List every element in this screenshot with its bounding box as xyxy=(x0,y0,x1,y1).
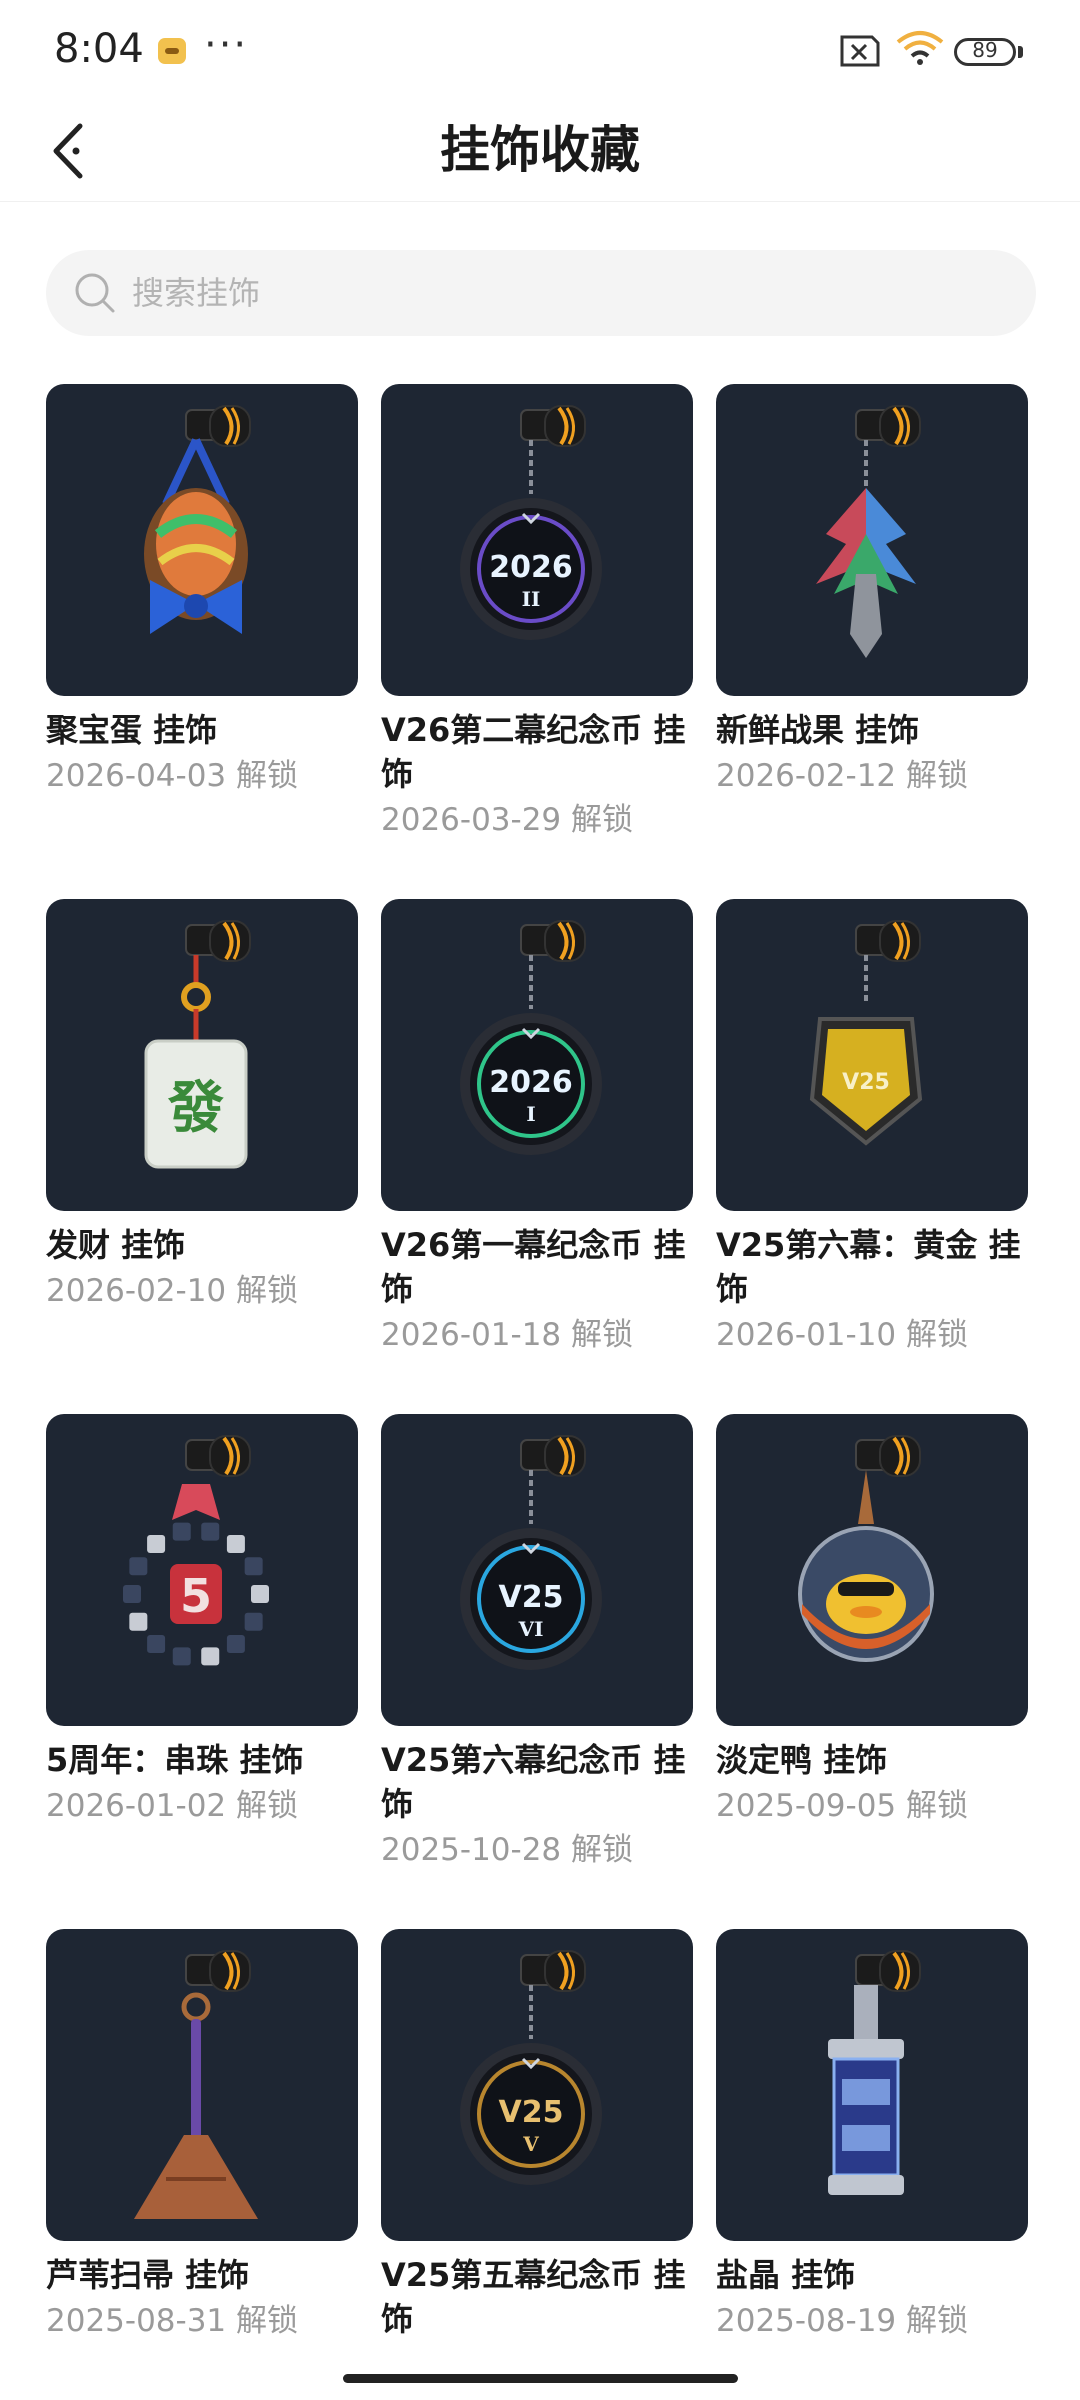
charm-name: V25第六幕纪念币 挂饰 xyxy=(381,1741,686,1823)
charm-card[interactable]: 5 5周年：串珠 挂饰 2026-01-02 解锁 xyxy=(46,1414,358,1929)
charm-thumbnail[interactable] xyxy=(716,1929,1028,2241)
charm-name: 5周年：串珠 挂饰 xyxy=(46,1741,304,1779)
charm-name: 聚宝蛋 挂饰 xyxy=(46,711,218,749)
charm-thumbnail[interactable]: V25 VI xyxy=(381,1414,693,1726)
mahjong-glyph: 發 xyxy=(167,1075,224,1141)
charm-unlock-date: 2026-04-03 解锁 xyxy=(46,758,299,794)
egg-charm-icon xyxy=(144,405,251,634)
charm-card[interactable]: 淡定鸭 挂饰 2025-09-05 解锁 xyxy=(716,1414,1028,1929)
charm-name: 新鲜战果 挂饰 xyxy=(716,711,920,749)
leaf-charm-icon xyxy=(816,405,921,658)
charm-card[interactable]: 2026 I V26第一幕纪念币 挂饰 2026-01-18 解锁 xyxy=(381,899,693,1414)
coin-numeral: II xyxy=(522,587,541,611)
charm-card[interactable]: 芦苇扫帚 挂饰 2025-08-31 解锁 xyxy=(46,1929,358,2400)
charm-unlock-date: 2025-08-31 解锁 xyxy=(46,2303,299,2339)
keychain-clip xyxy=(185,1950,251,1992)
charm-grid: 聚宝蛋 挂饰 2026-04-03 解锁 2026 II V26第二幕纪念币 挂饰… xyxy=(46,384,1036,2400)
home-indicator[interactable] xyxy=(343,2374,738,2383)
charm-unlock-date: 2026-02-12 解锁 xyxy=(716,758,969,794)
charm-unlock-date: 2026-01-02 解锁 xyxy=(46,1788,299,1824)
charm-name: 淡定鸭 挂饰 xyxy=(716,1741,888,1779)
coin-charm-icon: 2026II xyxy=(460,405,602,640)
charm-thumbnail[interactable]: 2026 II xyxy=(381,384,693,696)
wifi-6-icon xyxy=(896,31,944,65)
broom-charm-icon xyxy=(134,1950,258,2219)
search-input[interactable] xyxy=(132,250,1012,336)
charm-thumbnail[interactable]: 發 xyxy=(46,899,358,1211)
battery-icon: 89 xyxy=(954,38,1016,66)
charm-thumbnail[interactable]: 5 xyxy=(46,1414,358,1726)
charm-name: V25第六幕：黄金 挂饰 xyxy=(716,1226,1021,1308)
charm-thumbnail[interactable]: V25 V xyxy=(381,1929,693,2241)
coin-label: V25 xyxy=(499,1580,564,1615)
coin-numeral: V xyxy=(522,2132,539,2156)
charm-name: 芦苇扫帚 挂饰 xyxy=(46,2256,250,2294)
charm-thumbnail[interactable] xyxy=(46,1929,358,2241)
charm-card[interactable]: V25 V25第六幕：黄金 挂饰 2026-01-10 解锁 xyxy=(716,899,1028,1414)
charm-unlock-date: 2025-09-05 解锁 xyxy=(716,1788,969,1824)
charm-card[interactable]: 發 发财 挂饰 2026-02-10 解锁 xyxy=(46,899,358,1414)
crystal-tube-charm-icon xyxy=(828,1950,921,2195)
page-title: 挂饰收藏 xyxy=(440,121,640,179)
sim-off-icon xyxy=(840,35,880,67)
keychain-clip xyxy=(855,1435,921,1477)
status-bar: 8:04 ··· 89 xyxy=(0,0,1080,100)
badge-label: V25 xyxy=(842,1070,890,1095)
charm-card[interactable]: 盐晶 挂饰 2025-08-19 解锁 xyxy=(716,1929,1028,2400)
charm-unlock-date: 2026-01-18 解锁 xyxy=(381,1317,634,1353)
duck-capsule-charm-icon xyxy=(798,1435,934,1662)
charm-name: V26第二幕纪念币 挂饰 xyxy=(381,711,686,793)
coin-label: 2026 xyxy=(489,550,573,585)
charm-name: 发财 挂饰 xyxy=(46,1226,186,1264)
charm-unlock-date: 2026-01-10 解锁 xyxy=(716,1317,969,1353)
charm-thumbnail[interactable] xyxy=(716,1414,1028,1726)
charm-card[interactable]: 聚宝蛋 挂饰 2026-04-03 解锁 xyxy=(46,384,358,899)
app-header: 挂饰收藏 xyxy=(0,100,1080,202)
coin-label: V25 xyxy=(499,2095,564,2130)
bead-ring-charm-icon: 5 xyxy=(123,1435,269,1666)
charm-name: V25第五幕纪念币 挂饰 xyxy=(381,2256,686,2338)
status-time: 8:04 xyxy=(54,26,144,72)
charm-thumbnail[interactable]: V25 xyxy=(716,899,1028,1211)
search-bar[interactable] xyxy=(46,250,1036,336)
charm-card[interactable]: 新鲜战果 挂饰 2026-02-12 解锁 xyxy=(716,384,1028,899)
charm-card[interactable]: 2026 II V26第二幕纪念币 挂饰 2026-03-29 解锁 xyxy=(381,384,693,899)
charm-thumbnail[interactable]: 2026 I xyxy=(381,899,693,1211)
gold-badge-charm-icon: V25 xyxy=(809,920,923,1146)
coin-numeral: I xyxy=(526,1102,535,1126)
coin-charm-icon: V25VI xyxy=(460,1435,602,1670)
coin-charm-icon: V25V xyxy=(460,1950,602,2185)
charm-unlock-date: 2025-08-19 解锁 xyxy=(716,2303,969,2339)
charm-unlock-date: 2026-02-10 解锁 xyxy=(46,1273,299,1309)
mahjong-charm-icon: 發 xyxy=(144,920,251,1169)
charm-unlock-date: 2025-10-28 解锁 xyxy=(381,1832,634,1868)
charm-unlock-date: 2026-03-29 解锁 xyxy=(381,802,634,838)
app-notification-icon xyxy=(158,38,186,64)
charm-thumbnail[interactable] xyxy=(46,384,358,696)
charm-thumbnail[interactable] xyxy=(716,384,1028,696)
coin-numeral: VI xyxy=(518,1617,544,1641)
coin-charm-icon: 2026I xyxy=(460,920,602,1155)
charm-name: V26第一幕纪念币 挂饰 xyxy=(381,1226,686,1308)
search-icon xyxy=(75,273,115,313)
battery-tip xyxy=(1018,46,1023,58)
charm-card[interactable]: V25 V V25第五幕纪念币 挂饰 xyxy=(381,1929,693,2400)
battery-level: 89 xyxy=(972,38,998,62)
coin-label: 2026 xyxy=(489,1065,573,1100)
charm-name: 盐晶 挂饰 xyxy=(716,2256,856,2294)
bead-label: 5 xyxy=(180,1569,212,1623)
more-notifications-icon: ··· xyxy=(204,22,249,68)
keychain-clip xyxy=(185,1435,251,1477)
charm-card[interactable]: V25 VI V25第六幕纪念币 挂饰 2025-10-28 解锁 xyxy=(381,1414,693,1929)
